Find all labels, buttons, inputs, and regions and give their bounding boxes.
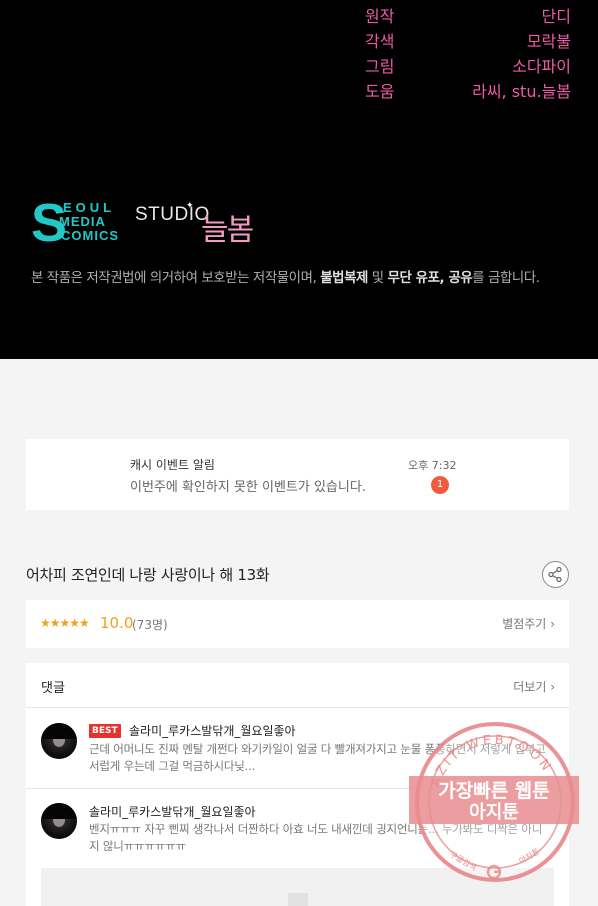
studio-logo-word: STUDIO (135, 204, 210, 225)
notification-time: 오후 7:32 (408, 459, 457, 472)
rate-button[interactable]: 별점주기 › (502, 615, 555, 632)
star-rating-icon: ★★★★★ (40, 616, 90, 630)
studio-logo-name: 늘봄 (201, 213, 254, 248)
notification-message: 이번주에 확인하지 못한 이벤트가 있습니다. (130, 480, 366, 495)
comment-text: 벤지ㅠㅠㅠ 자꾸 삔찌 생각나서 더짠하다 아효 너도 내새낀데 긩지언니는..… (89, 822, 543, 853)
comment-item[interactable]: BEST 솔라미_루카스발닦개_월요일좋아 근데 어머니도 진짜 멘탈 개쩐다 … (26, 709, 569, 789)
chevron-right-icon: › (550, 617, 555, 631)
ad-icon (288, 893, 308, 906)
copyright-text: 본 작품은 저작권법에 의거하여 보호받는 저작물이며, (31, 271, 321, 286)
rate-label: 별점주기 (502, 617, 547, 631)
comments-section: 댓글 더보기 › BEST 솔라미_루카스발닦개_월요일좋아 근데 어머니도 진… (26, 663, 569, 906)
event-notification[interactable]: 캐시 이벤트 알림 이번주에 확인하지 못한 이벤트가 있습니다. 오후 7:3… (26, 439, 569, 510)
copyright-notice: 본 작품은 저작권법에 의거하여 보호받는 저작물이며, 불법복제 및 무단 유… (31, 266, 540, 286)
share-icon (548, 566, 562, 583)
credit-name: 소다파이 (512, 56, 571, 76)
rating-count: (73명) (132, 618, 168, 632)
logo-line: EOUL (63, 200, 116, 215)
credit-row: 도움 라씨, stu.늘봄 (365, 77, 571, 102)
copyright-bold: 무단 유포, 공유 (387, 271, 473, 286)
notification-badge: 1 (431, 476, 449, 494)
notification-title: 캐시 이벤트 알림 (130, 458, 215, 472)
credit-name: 라씨, stu.늘봄 (472, 81, 571, 101)
avatar (41, 723, 77, 759)
best-badge: BEST (89, 724, 121, 738)
credit-name: 모락불 (526, 31, 571, 51)
comments-title: 댓글 (41, 681, 65, 696)
logo-line: COMICS (61, 228, 119, 243)
copyright-text: 를 금합니다. (472, 271, 540, 286)
comments-more-button[interactable]: 더보기 › (513, 678, 555, 695)
credit-role: 도움 (365, 81, 395, 101)
credit-row: 원작 단디 (365, 2, 571, 27)
chevron-right-icon: › (550, 680, 555, 694)
credit-row: 각색 모락불 (365, 27, 571, 52)
credits-list: 원작 단디 각색 모락불 그림 소다파이 도움 라씨, stu.늘봄 (365, 2, 571, 102)
comment-item[interactable]: 솔라미_루카스발닦개_월요일좋아 벤지ㅠㅠㅠ 자꾸 삔찌 생각나서 더짠하다 아… (26, 790, 569, 860)
comments-header: 댓글 더보기 › (26, 663, 569, 708)
rating-bar: ★★★★★ 10.0 (73명) 별점주기 › (26, 600, 569, 648)
sparkle-icon: ✦ (186, 201, 194, 211)
rating-score: 10.0 (100, 614, 134, 632)
episode-title: 어차피 조연인데 나랑 사랑이나 해 13화 (26, 566, 270, 584)
share-button[interactable] (542, 561, 569, 588)
logo-words: EOUL MEDIA COMICS (59, 201, 119, 243)
logo-line: MEDIA (59, 214, 106, 229)
credit-role: 그림 (365, 56, 395, 76)
comment-nickname: 솔라미_루카스발닦개_월요일좋아 (129, 724, 296, 738)
credit-name: 단디 (541, 6, 571, 26)
credits-section: 원작 단디 각색 모락불 그림 소다파이 도움 라씨, stu.늘봄 S EOU… (0, 0, 598, 359)
copyright-bold: 불법복제 (320, 271, 368, 286)
more-label: 더보기 (513, 680, 547, 694)
seoul-media-comics-logo: S EOUL MEDIA COMICS (31, 196, 131, 250)
comment-text: 근데 어머니도 진짜 멘탈 개쩐다 와기카일이 얼굴 다 빨개져가지고 눈물 퐁… (89, 742, 546, 773)
credit-row: 그림 소다파이 (365, 52, 571, 77)
copyright-text: 및 (367, 271, 388, 286)
credit-role: 원작 (365, 6, 395, 26)
credit-role: 각색 (365, 31, 395, 51)
ad-placeholder (41, 868, 554, 906)
comment-nickname: 솔라미_루카스발닦개_월요일좋아 (89, 805, 256, 819)
avatar (41, 803, 77, 839)
